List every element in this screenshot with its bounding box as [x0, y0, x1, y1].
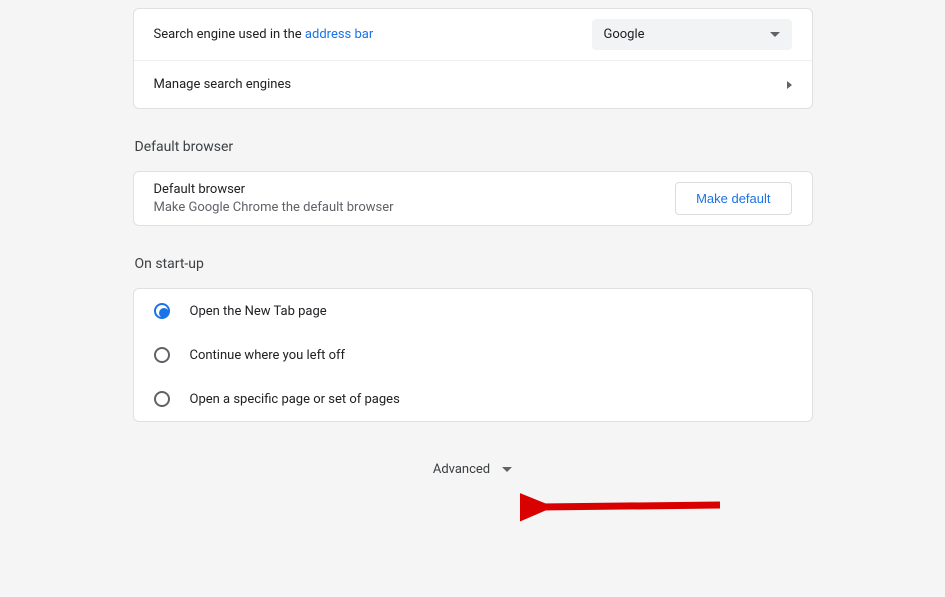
search-engine-select[interactable]: Google	[592, 19, 792, 50]
search-engine-label-text: Search engine used in the	[154, 27, 305, 42]
on-startup-card: Open the New Tab page Continue where you…	[133, 288, 813, 422]
address-bar-link[interactable]: address bar	[305, 27, 373, 42]
startup-option-specific-page[interactable]: Open a specific page or set of pages	[134, 377, 812, 421]
startup-option-continue[interactable]: Continue where you left off	[134, 333, 812, 377]
advanced-label: Advanced	[433, 462, 490, 477]
search-engine-card: Search engine used in the address bar Go…	[133, 8, 813, 109]
default-browser-row: Default browser Make Google Chrome the d…	[134, 172, 812, 225]
radio-icon[interactable]	[154, 347, 170, 363]
annotation-arrow	[520, 485, 740, 545]
default-browser-section-title: Default browser	[135, 139, 813, 155]
search-engine-row: Search engine used in the address bar Go…	[134, 9, 812, 60]
startup-option-label: Open a specific page or set of pages	[190, 392, 400, 407]
on-startup-section-title: On start-up	[135, 256, 813, 272]
startup-option-label: Open the New Tab page	[190, 304, 327, 319]
radio-icon[interactable]	[154, 303, 170, 319]
radio-icon[interactable]	[154, 391, 170, 407]
default-browser-title: Default browser	[154, 182, 394, 197]
chevron-right-icon	[787, 81, 792, 89]
manage-search-engines-label: Manage search engines	[154, 77, 292, 92]
dropdown-icon	[770, 32, 780, 37]
default-browser-card: Default browser Make Google Chrome the d…	[133, 171, 813, 226]
manage-search-engines-row[interactable]: Manage search engines	[134, 60, 812, 108]
dropdown-icon	[502, 467, 512, 472]
search-engine-label: Search engine used in the address bar	[154, 27, 374, 42]
search-engine-selected: Google	[604, 27, 645, 42]
default-browser-subtitle: Make Google Chrome the default browser	[154, 200, 394, 215]
advanced-toggle[interactable]: Advanced	[133, 462, 813, 477]
startup-option-label: Continue where you left off	[190, 348, 346, 363]
make-default-button[interactable]: Make default	[675, 182, 791, 215]
startup-option-new-tab[interactable]: Open the New Tab page	[134, 289, 812, 333]
